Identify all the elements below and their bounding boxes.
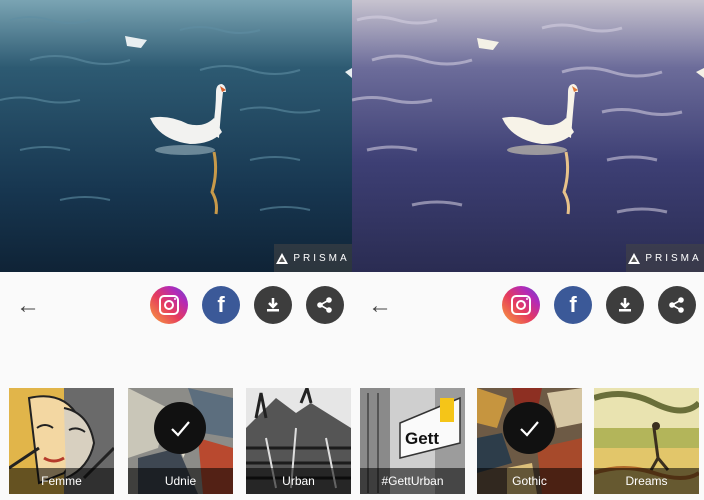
checkmark-icon [520,421,539,437]
filter-label: Gothic [477,468,582,494]
share-button[interactable] [658,286,696,324]
prisma-watermark: PRISMA [626,244,704,272]
facebook-button[interactable]: f [554,286,592,324]
app-screen-right: PRISMA ← f Gett #GettUrban Gothic Dreams [352,0,704,500]
filter-tile-femme[interactable]: Femme [9,388,114,494]
filter-tile-dreams[interactable]: Dreams [594,388,699,494]
filter-label: Udnie [128,468,233,494]
prisma-watermark: PRISMA [274,244,352,272]
selected-check [154,402,206,454]
gett-badge-text: Gett [405,429,439,448]
instagram-icon [159,295,179,315]
download-button[interactable] [254,286,292,324]
filter-tile-gett-urban[interactable]: Gett #GettUrban [360,388,465,494]
watermark-text: PRISMA [293,252,350,264]
download-icon [267,298,279,312]
stylized-photo: PRISMA [352,0,704,272]
prisma-logo-icon [628,252,641,264]
facebook-button[interactable]: f [202,286,240,324]
filter-label: #GettUrban [360,468,465,494]
checkmark-icon [171,421,190,437]
filter-carousel: Gett #GettUrban Gothic Dreams [352,388,704,496]
filter-tile-urban[interactable]: Urban [246,388,351,494]
filter-label: Dreams [594,468,699,494]
download-button[interactable] [606,286,644,324]
stylized-photo: PRISMA [0,0,352,272]
back-button[interactable]: ← [14,292,42,320]
download-icon [619,298,631,312]
watermark-text: PRISMA [645,252,702,264]
filter-carousel: Femme Udnie Urban [0,388,352,496]
instagram-icon [511,295,531,315]
filter-tile-udnie[interactable]: Udnie [128,388,233,494]
app-screen-left: PRISMA ← f Femme Udnie Urban [0,0,352,500]
back-button[interactable]: ← [366,292,394,320]
selected-check [503,402,555,454]
facebook-icon: f [217,292,225,317]
share-icon [317,297,332,313]
instagram-button[interactable] [150,286,188,324]
share-icon [669,297,684,313]
instagram-button[interactable] [502,286,540,324]
share-toolbar: ← f [0,286,352,326]
filter-tile-gothic[interactable]: Gothic [477,388,582,494]
filter-label: Urban [246,468,351,494]
facebook-icon: f [569,292,577,317]
share-toolbar: ← f [352,286,704,326]
share-button[interactable] [306,286,344,324]
prisma-logo-icon [276,252,289,264]
filter-label: Femme [9,468,114,494]
